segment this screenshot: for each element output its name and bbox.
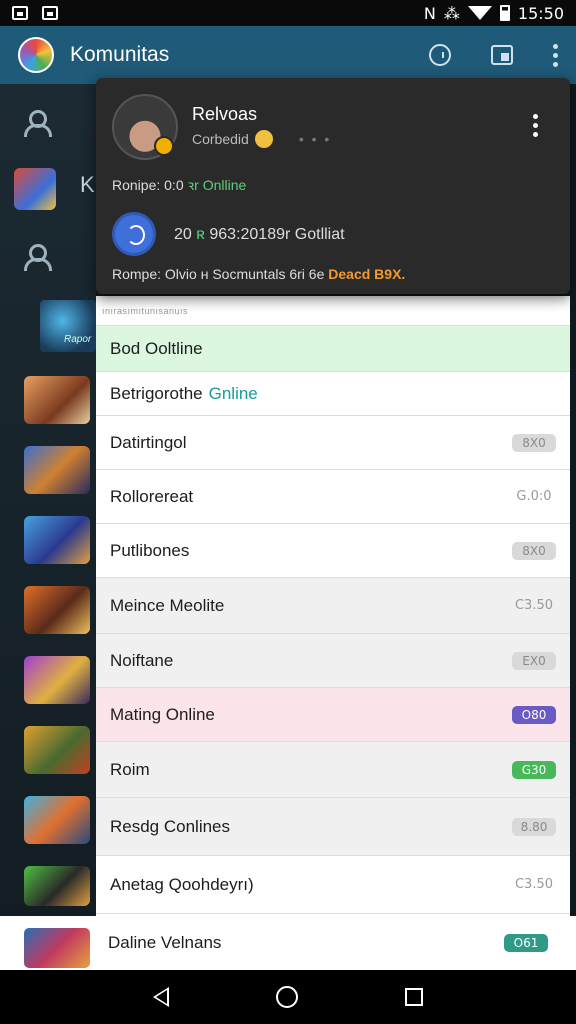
footer-prefix: Rompe: Olvio ʜ Socmuntals 6ri 6e [112, 266, 329, 282]
list-item[interactable]: Meince Meolite C3.50 [96, 578, 570, 634]
list-item[interactable]: Noiftane EX0 [96, 634, 570, 688]
list-item-label: Noiftane [110, 650, 174, 670]
status-badge: O61 [504, 934, 548, 952]
profile-subtitle: Corbedid • • • [192, 130, 331, 148]
game-thumbnail[interactable] [24, 656, 90, 704]
list-item[interactable]: Betrigorothe Gnline [96, 372, 570, 416]
recents-icon[interactable] [404, 988, 423, 1006]
game-thumbnail[interactable] [24, 446, 90, 494]
list-item[interactable]: Datirtingol 8X0 [96, 416, 570, 470]
profile-footer: Rompe: Olvio ʜ Socmuntals 6ri 6e Deacd B… [112, 266, 405, 282]
wifi-icon [467, 6, 492, 20]
list-item-label: Daline Velnans [108, 933, 222, 952]
app-bar: Komunitas [0, 26, 576, 84]
status-badge: C3.50 [514, 598, 554, 613]
status-badge: G.0:0 [516, 489, 552, 504]
community-list: ınırasımıtunısanuıs Bod Ooltline Betrigor… [96, 296, 570, 916]
footer-highlight: Deacd B9X. [328, 266, 406, 282]
game-thumbnail[interactable] [24, 516, 90, 564]
person-icon[interactable] [22, 110, 52, 137]
navigation-bar [0, 970, 576, 1024]
status-badge: 8X0 [512, 433, 556, 452]
status-prefix: Ronipe: 0:0 [112, 177, 188, 193]
game-thumbnail[interactable] [24, 726, 90, 774]
game-thumbnail[interactable] [14, 168, 56, 210]
chat-icon[interactable] [429, 44, 451, 66]
list-item[interactable]: Bod Ooltline [96, 326, 570, 372]
game-thumbnail[interactable] [24, 866, 90, 906]
image-icon [12, 6, 28, 20]
game-thumbnail[interactable] [24, 928, 90, 968]
list-item[interactable]: Daline Velnans O61 [0, 916, 576, 970]
list-item-label: Putlibones [110, 540, 190, 560]
person-icon[interactable] [22, 244, 52, 271]
list-item-label: Resdg Conlines [110, 816, 231, 836]
gallery-icon [42, 6, 58, 20]
list-item[interactable]: Resdg Conlines 8.80 [96, 798, 570, 856]
list-item[interactable]: Mating Online O80 [96, 688, 570, 742]
battery-icon [499, 5, 510, 21]
list-item-label: Anetag Qoohdeyrı) [110, 874, 254, 894]
home-icon[interactable] [275, 986, 298, 1008]
game-thumbnail[interactable] [24, 796, 90, 844]
nfc-icon: N [423, 3, 436, 23]
list-item[interactable]: Roim G30 [96, 742, 570, 798]
list-item-label: Roim [110, 759, 150, 779]
stat-prefix: 20 [174, 226, 197, 243]
status-badge: 8X0 [512, 541, 556, 560]
list-item-label: Meince Meolite [110, 595, 225, 615]
stat-rest: 963:20189r Gotlliat [204, 226, 345, 243]
status-badge: 8.80 [512, 817, 556, 836]
status-badge: EX0 [512, 651, 556, 670]
game-thumbnail[interactable] [24, 586, 90, 634]
online-label: Gnline [208, 383, 258, 403]
profile-stat: 20 ʀ 963:20189r Gotlliat [174, 226, 345, 244]
list-item-label: Datirtingol [110, 432, 187, 452]
profile-subtitle-text: Corbedid [192, 131, 249, 147]
status-online: ꝛr Onlline [187, 177, 247, 193]
app-logo[interactable] [18, 37, 54, 73]
list-item-label: Betrigorothe [110, 383, 203, 403]
rapor-label: Rapor [64, 334, 92, 345]
game-thumbnail[interactable] [24, 376, 90, 424]
avatar-badge [154, 136, 174, 156]
list-item-label: Bod Ooltline [110, 338, 203, 358]
dots-text: • • • [298, 131, 332, 147]
profile-status: Ronipe: 0:0 ꝛr Onlline [112, 176, 246, 195]
image-icon[interactable] [491, 45, 513, 65]
list-item[interactable]: Putlibones 8X0 [96, 524, 570, 578]
stat-mid: ʀ [196, 226, 205, 243]
list-header: ınırasımıtunısanuıs [96, 296, 570, 326]
k-letter: K [80, 172, 95, 197]
profile-name: Relvoas [192, 104, 258, 124]
status-bar: N ⁂ 15:50 [0, 0, 576, 26]
smile-icon [254, 130, 273, 148]
list-item[interactable]: Anetag Qoohdeyrı) C3.50 [96, 856, 570, 914]
list-item-label: Mating Online [110, 704, 215, 724]
list-item[interactable]: Rollorereat G.0:0 [96, 470, 570, 524]
more-vert-icon[interactable] [533, 114, 538, 137]
rapor-thumbnail[interactable]: Rapor [40, 300, 96, 352]
app-title: Komunitas [70, 43, 170, 66]
vibrate-icon: ⁂ [443, 3, 460, 23]
profile-popup: Relvoas Corbedid • • • Ronipe: 0:0 ꝛr On… [96, 78, 570, 294]
status-badge: G30 [512, 760, 556, 779]
status-badge: O80 [512, 705, 556, 724]
back-icon[interactable] [153, 987, 170, 1007]
clock: 15:50 [517, 3, 564, 23]
coin-icon [112, 212, 156, 256]
list-item-label: Rollorereat [110, 486, 194, 506]
status-badge: C3.50 [514, 877, 554, 892]
more-vert-icon[interactable] [553, 43, 558, 67]
